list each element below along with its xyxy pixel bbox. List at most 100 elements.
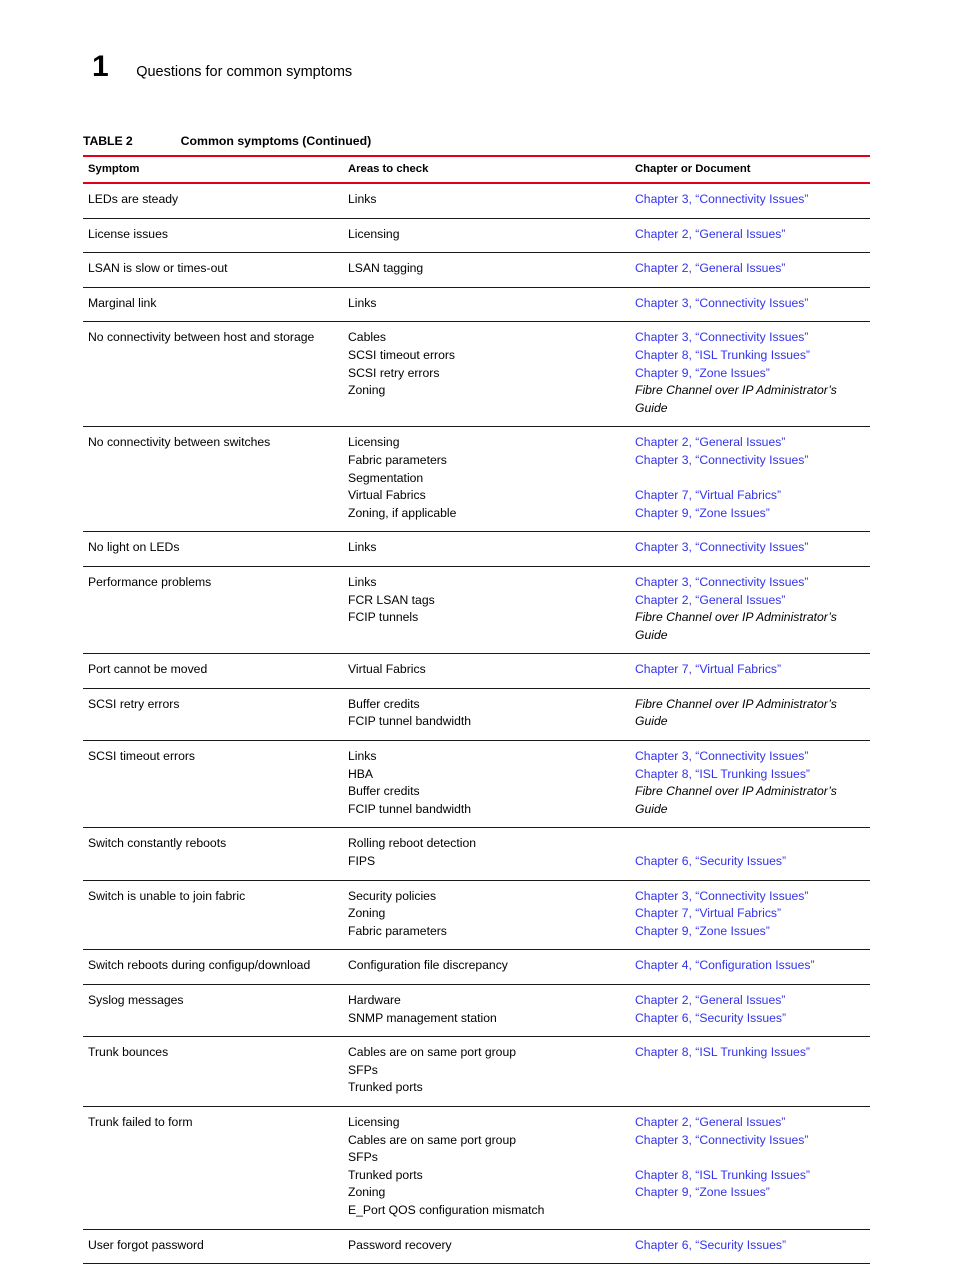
- areas-line: SFPs: [348, 1062, 378, 1077]
- table-row: Switch constantly reboots Rolling reboot …: [83, 827, 870, 881]
- areas-line: Marginal link: [88, 295, 157, 310]
- areas-line: SCSI retry errors: [88, 696, 180, 711]
- cell-symptom: License issues: [83, 218, 343, 254]
- cell-chapter-or-document: Chapter 6, “Security Issues”: [630, 827, 870, 881]
- cell-chapter-or-document: Chapter 2, “General Issues” Chapter 6, “S…: [630, 984, 870, 1038]
- areas-line: FCIP tunnel bandwidth: [348, 801, 472, 816]
- chapter-link[interactable]: Chapter 7, “Virtual Fabrics”: [635, 661, 870, 679]
- areas-line: Links: [348, 295, 377, 310]
- areas-line: Syslog messages: [88, 993, 184, 1007]
- areas-line: Cables are on same port group: [348, 1045, 517, 1060]
- areas-line: Links: [348, 749, 377, 764]
- areas-line: Virtual Fabrics: [348, 662, 426, 677]
- cell-chapter-or-document: Chapter 7, “Virtual Fabrics”: [630, 653, 870, 689]
- areas-line: Fabric parameters: [348, 923, 447, 938]
- areas-line: Licensing: [348, 226, 400, 241]
- areas-line: SCSI timeout errors: [88, 749, 196, 764]
- cell-chapter-or-document: Chapter 4, “Configuration Issues”: [630, 949, 870, 985]
- chapter-link[interactable]: Chapter 2, “General Issues”: [635, 592, 870, 610]
- page-header: 1 Questions for common symptoms: [92, 52, 352, 82]
- cell-chapter-or-document: Chapter 2, “General Issues”: [630, 218, 870, 254]
- areas-line: Password recovery: [348, 1237, 452, 1252]
- cell-chapter-or-document: Chapter 8, “ISL Trunking Issues”: [630, 1036, 870, 1107]
- chapter-link[interactable]: Chapter 3, “Connectivity Issues”: [635, 748, 870, 766]
- cell-chapter-or-document: Chapter 3, “Connectivity Issues”: [630, 531, 870, 567]
- cell-symptom: SCSI timeout errors: [83, 740, 343, 829]
- areas-line: Licensing: [348, 435, 400, 450]
- cell-symptom: LSAN is slow or times-out: [83, 252, 343, 288]
- areas-line: Rolling reboot detection: [348, 836, 477, 851]
- table-row: SCSI timeout errors Links HBA Buffer credit…: [83, 740, 870, 829]
- cell-symptom: Trunk failed to form: [83, 1106, 343, 1230]
- cell-areas-to-check: Links HBA Buffer credits FCIP tunnel bandwi…: [343, 740, 630, 829]
- chapter-link[interactable]: Chapter 3, “Connectivity Issues”: [635, 574, 870, 592]
- areas-line: Hardware: [348, 993, 401, 1007]
- cell-chapter-or-document: Chapter 2, “General Issues”: [630, 252, 870, 288]
- chapter-link[interactable]: Chapter 2, “General Issues”: [635, 226, 870, 244]
- cell-symptom: User forgot password: [83, 1229, 343, 1264]
- cell-symptom: LEDs are steady: [83, 183, 343, 219]
- chapter-link[interactable]: Chapter 8, “ISL Trunking Issues”: [635, 766, 870, 784]
- areas-line: Licensing: [348, 1114, 400, 1129]
- chapter-link[interactable]: Chapter 3, “Connectivity Issues”: [635, 452, 870, 470]
- table-row: Trunk bounces Cables are on same port gro…: [83, 1036, 870, 1107]
- cell-areas-to-check: Licensing Fabric parameters Segmentation Vi…: [343, 426, 630, 533]
- chapter-link[interactable]: Chapter 3, “Connectivity Issues”: [635, 295, 870, 313]
- chapter-link[interactable]: Chapter 9, “Zone Issues”: [635, 365, 870, 383]
- chapter-link[interactable]: Chapter 8, “ISL Trunking Issues”: [635, 347, 870, 365]
- areas-line: Buffer credits: [348, 696, 420, 711]
- chapter-link[interactable]: Chapter 9, “Zone Issues”: [635, 923, 870, 941]
- cell-symptom: Switch reboots during configup/download: [83, 949, 343, 985]
- chapter-link[interactable]: Chapter 7, “Virtual Fabrics”: [635, 905, 870, 923]
- chapter-link[interactable]: Chapter 2, “General Issues”: [635, 260, 870, 278]
- areas-line: Links: [348, 574, 377, 589]
- table-row: No connectivity between host and storage…: [83, 321, 870, 428]
- cell-symptom: Trunk bounces: [83, 1036, 343, 1107]
- chapter-link[interactable]: Chapter 3, “Connectivity Issues”: [635, 1132, 870, 1150]
- chapter-link[interactable]: Chapter 4, “Configuration Issues”: [635, 957, 870, 975]
- cell-areas-to-check: Security policies Zoning Fabric parameters: [343, 880, 630, 951]
- chapter-link[interactable]: Chapter 8, “ISL Trunking Issues”: [635, 1044, 870, 1062]
- table-row: Syslog messages Hardware SNMP management s…: [83, 984, 870, 1038]
- page-title: Questions for common symptoms: [136, 64, 353, 80]
- chapter-link[interactable]: Chapter 2, “General Issues”: [635, 434, 870, 452]
- areas-line: FCR LSAN tags: [348, 592, 435, 607]
- column-header-chapter-or-document: Chapter or Document: [630, 155, 870, 184]
- chapter-link[interactable]: Chapter 3, “Connectivity Issues”: [635, 539, 870, 557]
- chapter-link[interactable]: Chapter 6, “Security Issues”: [635, 1237, 870, 1255]
- cell-chapter-or-document: Chapter 2, “General Issues” Chapter 3, “C…: [630, 426, 870, 533]
- chapter-link[interactable]: Chapter 2, “General Issues”: [635, 1114, 870, 1132]
- areas-line: SNMP management station: [348, 1010, 497, 1025]
- document-reference: Fibre Channel over IP Administrator’s Gu…: [635, 383, 837, 415]
- chapter-link[interactable]: Chapter 6, “Security Issues”: [635, 1010, 870, 1028]
- chapter-link[interactable]: Chapter 2, “General Issues”: [635, 992, 870, 1010]
- chapter-link[interactable]: Chapter 3, “Connectivity Issues”: [635, 329, 870, 347]
- chapter-link[interactable]: Chapter 6, “Security Issues”: [635, 853, 870, 871]
- cell-areas-to-check: Rolling reboot detection FIPS: [343, 827, 630, 881]
- table-row: LSAN is slow or times-out LSAN tagging Cha…: [83, 252, 870, 288]
- areas-line: No connectivity between switches: [88, 435, 271, 450]
- areas-line: Zoning: [348, 906, 386, 921]
- cell-areas-to-check: Cables SCSI timeout errors SCSI retry erro…: [343, 321, 630, 428]
- cell-chapter-or-document: Chapter 3, “Connectivity Issues” Chapter …: [630, 880, 870, 951]
- chapter-link[interactable]: Chapter 3, “Connectivity Issues”: [635, 888, 870, 906]
- cell-symptom: No light on LEDs: [83, 531, 343, 567]
- cell-areas-to-check: Virtual Fabrics: [343, 653, 630, 689]
- cell-areas-to-check: Links: [343, 287, 630, 323]
- areas-line: License issues: [88, 226, 168, 241]
- table-row: Switch reboots during configup/download C…: [83, 949, 870, 985]
- cell-areas-to-check: Password recovery: [343, 1229, 630, 1264]
- areas-line: LSAN is slow or times-out: [88, 261, 228, 276]
- chapter-link[interactable]: Chapter 9, “Zone Issues”: [635, 1184, 870, 1202]
- chapter-link[interactable]: Chapter 9, “Zone Issues”: [635, 505, 870, 523]
- table-row: Marginal link Links Chapter 3, “Connectivi…: [83, 287, 870, 323]
- chapter-link[interactable]: Chapter 8, “ISL Trunking Issues”: [635, 1167, 870, 1185]
- symptoms-table-block: TABLE 2 Common symptoms (Continued) Symp…: [83, 134, 870, 1264]
- chapter-link[interactable]: Chapter 7, “Virtual Fabrics”: [635, 487, 870, 505]
- areas-line: Links: [348, 192, 377, 206]
- cell-areas-to-check: Licensing Cables are on same port group SF…: [343, 1106, 630, 1230]
- table-header-row: Symptom Areas to check Chapter or Docume…: [83, 155, 870, 184]
- chapter-link[interactable]: Chapter 3, “Connectivity Issues”: [635, 191, 870, 209]
- areas-line: Port cannot be moved: [88, 662, 208, 677]
- areas-line: HBA: [348, 766, 374, 781]
